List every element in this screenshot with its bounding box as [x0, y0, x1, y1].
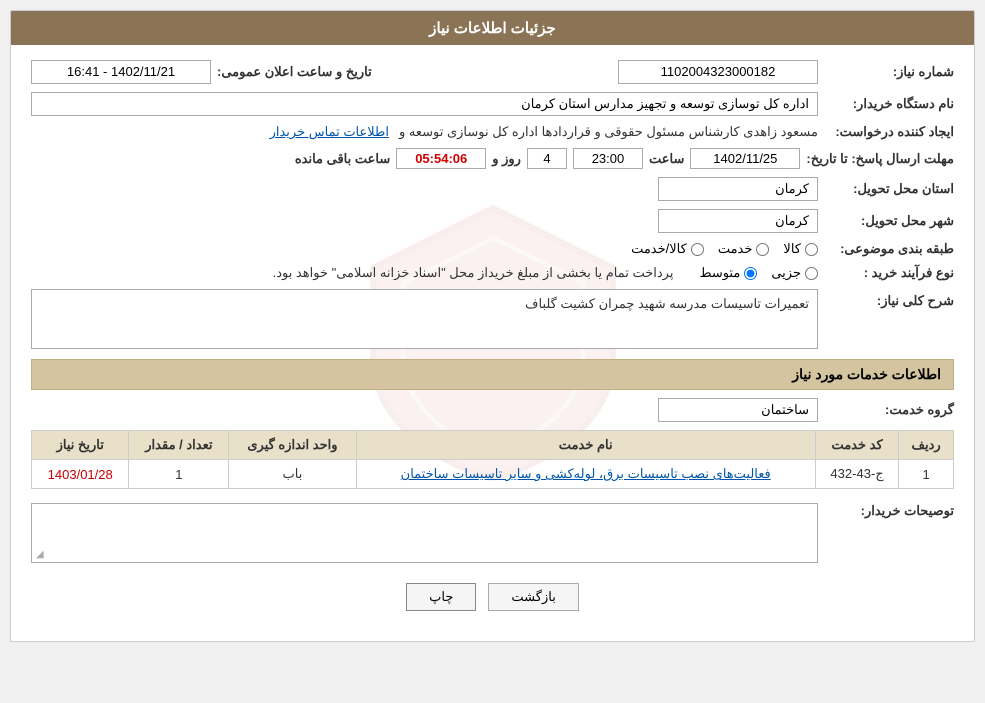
purchase-mottavasset-option: متوسط: [699, 265, 757, 281]
purchase-jozei-label: جزیی: [771, 265, 801, 281]
days-label: روز و: [492, 151, 521, 167]
deadline-date-value: 1402/11/25: [690, 148, 800, 169]
purchase-jozei-option: جزیی: [771, 265, 818, 281]
purchase-note: پرداخت تمام یا بخشی از مبلغ خریداز محل "…: [273, 265, 674, 281]
category-kala-radio[interactable]: [805, 243, 818, 256]
province-value: کرمان: [658, 177, 818, 201]
purchase-radio-group: جزیی متوسط: [699, 265, 818, 281]
city-label: شهر محل تحویل:: [824, 213, 954, 229]
table-header-row: ردیف کد خدمت نام خدمت واحد اندازه گیری ت…: [32, 431, 954, 460]
category-label: طبقه بندی موضوعی:: [824, 241, 954, 257]
category-radio-group: کالا خدمت کالا/خدمت: [631, 241, 818, 257]
col-name-header: نام خدمت: [356, 431, 815, 460]
service-group-row: گروه خدمت: ساختمان: [31, 398, 954, 422]
services-table: ردیف کد خدمت نام خدمت واحد اندازه گیری ت…: [31, 430, 954, 489]
col-date-header: تاریخ نیاز: [32, 431, 129, 460]
cell-code: ج-43-432: [815, 460, 898, 489]
city-value: کرمان: [658, 209, 818, 233]
buyer-desc-row: توصیحات خریدار: ◢: [31, 499, 954, 563]
cell-date: 1403/01/28: [32, 460, 129, 489]
description-label: شرح کلی نیاز:: [824, 289, 954, 309]
purchase-jozei-radio[interactable]: [805, 267, 818, 280]
buyer-resize-handle: ◢: [36, 549, 44, 560]
creator-label: ایجاد کننده درخواست:: [824, 124, 954, 140]
time-label: ساعت: [649, 151, 684, 167]
description-value: تعمیرات تاسیسات مدرسه شهید چمران کشیت گل…: [31, 289, 818, 349]
category-row: طبقه بندی موضوعی: کالا خدمت کالا/خدمت: [31, 241, 954, 257]
creator-contact-link[interactable]: اطلاعات تماس خریدار: [270, 124, 389, 140]
cell-name[interactable]: فعالیت‌های نصب تاسیسات برق، لوله‌کشی و س…: [356, 460, 815, 489]
category-kala-khedmat-label: کالا/خدمت: [631, 241, 687, 257]
need-number-label: شماره نیاز:: [824, 64, 954, 80]
remaining-label: ساعت باقی مانده: [295, 151, 390, 167]
purchase-type-row: نوع فرآیند خرید : جزیی متوسط پرداخت تمام…: [31, 265, 954, 281]
purchase-mottavasset-radio[interactable]: [744, 267, 757, 280]
deadline-label: مهلت ارسال پاسخ: تا تاریخ:: [806, 151, 954, 167]
buyer-org-row: نام دستگاه خریدار: اداره کل توسازی توسعه…: [31, 92, 954, 116]
col-row-header: ردیف: [899, 431, 954, 460]
services-section-header: اطلاعات خدمات مورد نیاز: [31, 359, 954, 390]
table-row: 1 ج-43-432 فعالیت‌های نصب تاسیسات برق، ل…: [32, 460, 954, 489]
page-title: جزئیات اطلاعات نیاز: [11, 11, 974, 45]
category-khedmat-radio[interactable]: [756, 243, 769, 256]
purchase-type-label: نوع فرآیند خرید :: [824, 265, 954, 281]
category-khedmat-label: خدمت: [718, 241, 753, 257]
service-group-label: گروه خدمت:: [824, 402, 954, 418]
cell-qty: 1: [129, 460, 229, 489]
cell-row: 1: [899, 460, 954, 489]
category-kala-khedmat-option: کالا/خدمت: [631, 241, 704, 257]
buyer-org-label: نام دستگاه خریدار:: [824, 96, 954, 112]
button-row: بازگشت چاپ: [31, 583, 954, 626]
col-qty-header: تعداد / مقدار: [129, 431, 229, 460]
need-number-row: شماره نیاز: 1102004323000182 تاریخ و ساع…: [31, 60, 954, 84]
buyer-desc-label: توصیحات خریدار:: [824, 499, 954, 519]
category-kala-label: کالا: [783, 241, 801, 257]
announce-datetime-value: 1402/11/21 - 16:41: [31, 60, 211, 84]
creator-row: ایجاد کننده درخواست: مسعود زاهدی کارشناس…: [31, 124, 954, 140]
remaining-time-value: 05:54:06: [396, 148, 486, 169]
buyer-org-value: اداره کل توسازی توسعه و تجهیز مدارس استا…: [31, 92, 818, 116]
purchase-mottavasset-label: متوسط: [699, 265, 740, 281]
col-unit-header: واحد اندازه گیری: [229, 431, 356, 460]
creator-value: مسعود زاهدی کارشناس مسئول حقوقی و قراردا…: [399, 124, 818, 140]
category-khedmat-option: خدمت: [718, 241, 770, 257]
deadline-time-value: 23:00: [573, 148, 643, 169]
city-row: شهر محل تحویل: کرمان: [31, 209, 954, 233]
service-group-value: ساختمان: [658, 398, 818, 422]
need-number-value: 1102004323000182: [618, 60, 818, 84]
buyer-desc-value: ◢: [31, 503, 818, 563]
province-label: استان محل تحویل:: [824, 181, 954, 197]
province-row: استان محل تحویل: کرمان: [31, 177, 954, 201]
deadline-days-value: 4: [527, 148, 567, 169]
category-kala-khedmat-radio[interactable]: [691, 243, 704, 256]
print-button[interactable]: چاپ: [406, 583, 476, 611]
category-kala-option: کالا: [783, 241, 818, 257]
cell-unit: باب: [229, 460, 356, 489]
description-row: شرح کلی نیاز: تعمیرات تاسیسات مدرسه شهید…: [31, 289, 954, 349]
announce-datetime-label: تاریخ و ساعت اعلان عمومی:: [217, 64, 372, 80]
back-button[interactable]: بازگشت: [488, 583, 578, 611]
deadline-row: مهلت ارسال پاسخ: تا تاریخ: 1402/11/25 سا…: [31, 148, 954, 169]
col-code-header: کد خدمت: [815, 431, 898, 460]
